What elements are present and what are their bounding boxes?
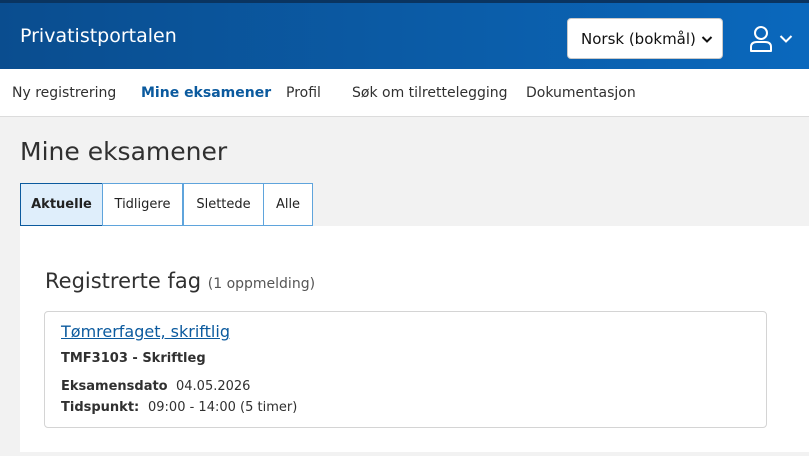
language-select-value: Norsk (bokmål) <box>581 30 696 48</box>
nav-item-ny-registrering[interactable]: Ny registrering <box>12 85 116 101</box>
chevron-down-icon <box>779 35 793 43</box>
nav-item-sok-om-tilrettelegging[interactable]: Søk om tilrettelegging <box>352 85 508 101</box>
exam-link[interactable]: Tømrerfaget, skriftlig <box>61 322 230 341</box>
section-title: Registrerte fag (1 oppmelding) <box>45 269 315 293</box>
page-title: Mine eksamener <box>20 137 228 166</box>
language-select[interactable]: Norsk (bokmål) <box>567 18 723 59</box>
tab-slettede[interactable]: Slettede <box>183 183 264 226</box>
exam-panel: Registrerte fag (1 oppmelding) Tømrerfag… <box>20 226 809 452</box>
exam-date-value: 04.05.2026 <box>176 379 251 394</box>
registration-count: (1 oppmelding) <box>207 276 316 292</box>
user-icon <box>750 26 772 52</box>
top-header: Privatistportalen Norsk (bokmål) <box>0 0 809 69</box>
chevron-down-icon <box>701 36 713 43</box>
nav-item-dokumentasjon[interactable]: Dokumentasjon <box>526 85 636 101</box>
exam-time-value: 09:00 - 14:00 (5 timer) <box>148 400 298 415</box>
exam-code: TMF3103 - Skriftleg <box>61 351 206 366</box>
exam-date-label: Eksamensdato <box>61 379 168 394</box>
site-brand[interactable]: Privatistportalen <box>20 25 177 47</box>
user-menu-button[interactable] <box>748 25 798 53</box>
nav-item-mine-eksamener[interactable]: Mine eksamener <box>141 85 271 101</box>
exam-time-label: Tidspunkt: <box>61 400 140 415</box>
tab-aktuelle[interactable]: Aktuelle <box>20 183 103 226</box>
tab-tidligere[interactable]: Tidligere <box>102 183 183 226</box>
main-nav: Ny registrering Mine eksamener Profil Sø… <box>0 69 809 117</box>
tab-alle[interactable]: Alle <box>263 183 313 226</box>
exam-card: Tømrerfaget, skriftlig TMF3103 - Skriftl… <box>44 311 767 428</box>
nav-item-profil[interactable]: Profil <box>286 85 321 101</box>
section-title-text: Registrerte fag <box>45 269 202 293</box>
